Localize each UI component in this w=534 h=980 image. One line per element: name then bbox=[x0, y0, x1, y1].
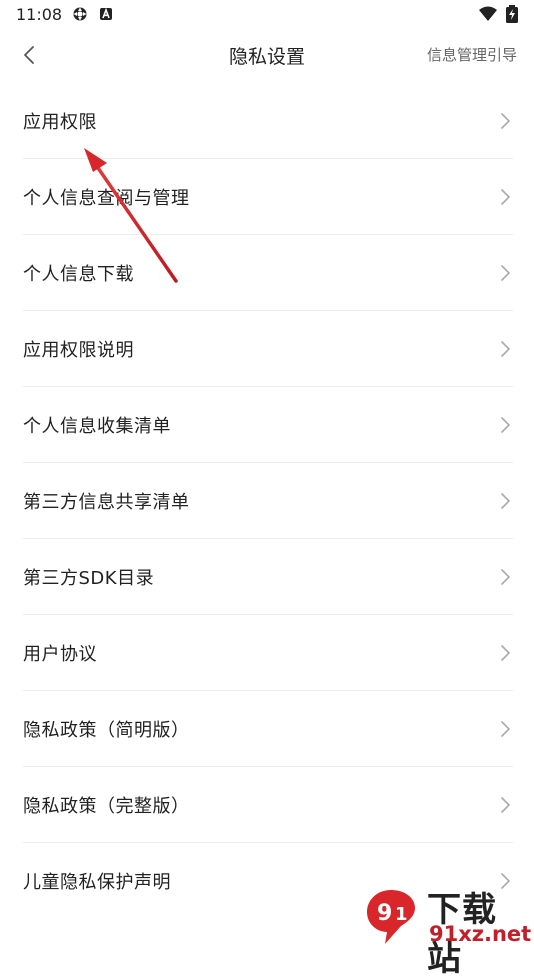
list-item-label: 隐私政策（简明版） bbox=[23, 719, 190, 741]
list-item-label: 隐私政策（完整版） bbox=[23, 795, 190, 817]
sync-icon bbox=[73, 7, 87, 21]
chevron-right-icon bbox=[501, 189, 510, 205]
status-bar: 11:08 bbox=[0, 0, 534, 28]
status-time: 11:08 bbox=[16, 4, 63, 24]
list-item[interactable]: 个人信息查阅与管理 bbox=[23, 159, 513, 235]
info-management-guide-link[interactable]: 信息管理引导 bbox=[427, 44, 517, 65]
site-watermark: 9 1 下载站 91xz.net bbox=[363, 884, 532, 979]
list-item[interactable]: 个人信息收集清单 bbox=[23, 387, 513, 463]
list-item-label: 儿童隐私保护声明 bbox=[23, 872, 171, 893]
svg-text:9: 9 bbox=[377, 901, 392, 926]
watermark-bottom-text: 91xz.net bbox=[429, 922, 532, 946]
chevron-right-icon bbox=[501, 797, 510, 813]
status-right bbox=[478, 5, 518, 23]
list-item[interactable]: 隐私政策（完整版） bbox=[23, 767, 513, 843]
top-app-bar: 隐私设置 信息管理引导 bbox=[0, 32, 534, 78]
list-item[interactable]: 用户协议 bbox=[23, 615, 513, 691]
list-item-label: 个人信息查阅与管理 bbox=[23, 187, 190, 209]
privacy-settings-list: 应用权限个人信息查阅与管理 个人信息下载 应用权限说明个人信息收集清单 第三方信息共享… bbox=[23, 83, 513, 919]
list-item-label: 第三方信息共享清单 bbox=[23, 491, 190, 513]
list-item[interactable]: 第三方SDK目录 bbox=[23, 539, 513, 615]
list-item-label: 应用权限说明 bbox=[23, 339, 134, 361]
list-item-label: 个人信息收集清单 bbox=[23, 415, 171, 437]
chevron-right-icon bbox=[501, 645, 510, 661]
list-item-label: 应用权限 bbox=[23, 111, 97, 133]
chevron-right-icon bbox=[501, 265, 510, 281]
list-item-label: 个人信息下载 bbox=[23, 263, 134, 285]
list-item[interactable]: 个人信息下载 bbox=[23, 235, 513, 311]
watermark-logo: 9 1 bbox=[367, 890, 415, 944]
list-item[interactable]: 第三方信息共享清单 bbox=[23, 463, 513, 539]
list-item[interactable]: 应用权限 bbox=[23, 83, 513, 159]
battery-charging-icon bbox=[506, 5, 518, 23]
chevron-right-icon bbox=[501, 721, 510, 737]
list-item-label: 用户协议 bbox=[23, 643, 97, 665]
chevron-right-icon bbox=[501, 569, 510, 585]
svg-text:1: 1 bbox=[395, 904, 408, 925]
chevron-right-icon bbox=[501, 341, 510, 357]
status-left: 11:08 bbox=[16, 5, 114, 24]
chevron-right-icon bbox=[501, 493, 510, 509]
chevron-right-icon bbox=[501, 417, 510, 433]
wifi-icon bbox=[479, 6, 497, 21]
a-notification-icon bbox=[100, 7, 113, 20]
chevron-right-icon bbox=[501, 113, 510, 129]
list-item[interactable]: 应用权限说明 bbox=[23, 311, 513, 387]
list-item-label: 第三方SDK目录 bbox=[23, 567, 155, 589]
list-item[interactable]: 隐私政策（简明版） bbox=[23, 691, 513, 767]
